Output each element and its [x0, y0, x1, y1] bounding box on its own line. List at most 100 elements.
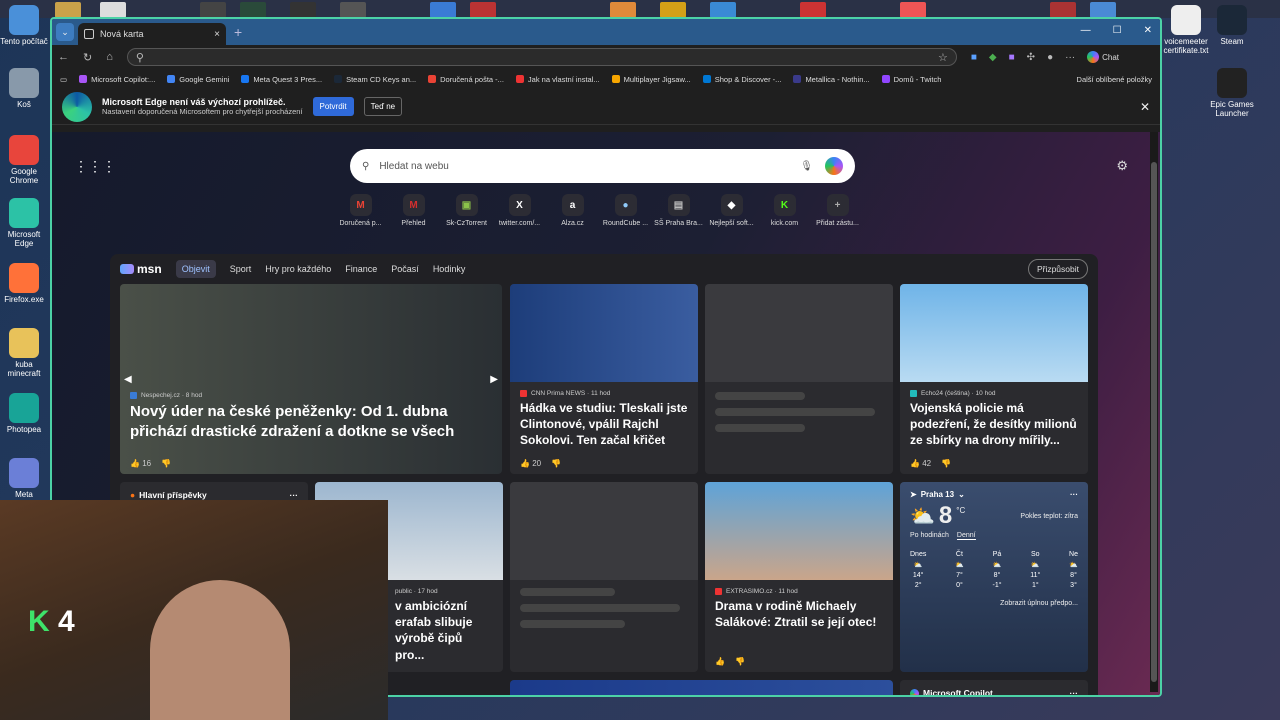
quick-link[interactable]: Xtwitter.com/... — [493, 194, 546, 227]
news-card[interactable]: Echo24 (čeština) · 10 hod Vojenská polic… — [900, 284, 1088, 474]
favorite-item[interactable]: Jak na vlastní instal... — [515, 75, 600, 84]
app-icon[interactable] — [340, 2, 366, 18]
not-now-button[interactable]: Teď ne — [363, 97, 403, 116]
tab-hourly[interactable]: Po hodinách — [910, 532, 949, 540]
scrollbar-thumb[interactable] — [1151, 162, 1157, 682]
app-icon[interactable] — [1050, 2, 1076, 18]
refresh-icon[interactable]: ↻ — [83, 51, 92, 64]
minimize-icon[interactable]: — — [1081, 25, 1091, 36]
forecast-day[interactable]: So ⛅ 11° 1° — [1030, 548, 1040, 592]
like-icon[interactable]: 👍 42 — [910, 459, 931, 468]
personalize-button[interactable]: Přizpůsobit — [1027, 259, 1088, 279]
close-window-icon[interactable]: ✕ — [1144, 25, 1152, 36]
app-icon[interactable] — [660, 2, 686, 18]
close-banner-icon[interactable]: ✕ — [1140, 100, 1150, 114]
extension-icon[interactable]: ■ — [971, 52, 977, 63]
article-title[interactable]: Drama v rodině Michaely Salákové: Ztrati… — [705, 598, 893, 630]
favorite-item[interactable]: Microsoft Copilot:... — [79, 75, 155, 84]
tab-daily[interactable]: Denní — [956, 532, 976, 540]
quick-link[interactable]: M Doručená p... — [334, 194, 387, 227]
desktop-icon[interactable]: Steam — [1208, 5, 1256, 47]
dislike-icon[interactable]: 👎 — [161, 459, 171, 468]
forecast-day[interactable]: Ne ⛅ 8° 3° — [1069, 548, 1078, 592]
confirm-button[interactable]: Potvrdit — [312, 97, 354, 116]
search-input[interactable]: Hledat na webu — [379, 161, 800, 172]
quick-link[interactable]: a Alza.cz — [546, 194, 599, 227]
weather-card[interactable]: ➤ Praha 13 ⌄ ··· ⛅ 8 °C Pokles teplot: zítr… — [900, 482, 1088, 672]
app-launcher-icon[interactable]: ⋮⋮⋮ — [74, 158, 116, 175]
article-title[interactable]: Nový úder na české peněženky: Od 1. dubn… — [120, 402, 502, 443]
desktop-icon[interactable]: Tento počítač — [0, 5, 48, 47]
app-icon[interactable] — [900, 2, 926, 18]
favorites-icon[interactable]: ▭ — [60, 75, 67, 84]
folder-icon[interactable] — [55, 2, 81, 18]
microphone-icon[interactable]: 🎙 — [800, 161, 813, 172]
forecast-day[interactable]: Pá ⛅ 8° -1° — [993, 548, 1002, 592]
msn-nav-item[interactable]: Objevit — [175, 260, 216, 278]
weather-location[interactable]: ➤ Praha 13 ⌄ ··· — [900, 482, 1088, 502]
app-icon[interactable] — [470, 2, 496, 18]
copilot-chat-button[interactable]: Chat — [1087, 51, 1119, 63]
msn-nav-item[interactable]: Hry pro každého — [265, 264, 331, 274]
app-icon[interactable] — [290, 2, 316, 18]
desktop-icon[interactable]: Photopea — [0, 393, 48, 435]
article-title[interactable]: Vojenská policie má podezření, že desítk… — [900, 400, 1088, 449]
new-tab-button[interactable]: + — [234, 24, 242, 40]
news-card-partial[interactable] — [510, 680, 893, 695]
dislike-icon[interactable]: 👎 — [941, 459, 951, 468]
app-icon[interactable] — [610, 2, 636, 18]
more-menu-icon[interactable]: ··· — [1065, 52, 1075, 63]
favorite-item[interactable]: Meta Quest 3 Pres... — [241, 75, 322, 84]
maximize-icon[interactable]: ☐ — [1113, 25, 1122, 36]
app-icon[interactable] — [240, 2, 266, 18]
desktop-icon[interactable]: Epic Games Launcher — [1208, 68, 1256, 119]
msn-nav-item[interactable]: Počasí — [391, 264, 419, 274]
app-icon[interactable] — [1090, 2, 1116, 18]
quick-link[interactable]: Kkick.com — [758, 194, 811, 227]
desktop-icon[interactable]: voicemeeter certifikate.txt — [1162, 5, 1210, 56]
weather-note[interactable]: Pokles teplot: zítra — [1020, 513, 1078, 520]
msn-nav-item[interactable]: Finance — [345, 264, 377, 274]
tab-new[interactable]: Nová karta × — [78, 23, 226, 45]
desktop-icon[interactable]: Google Chrome — [0, 135, 48, 186]
address-input[interactable]: ⚲ ☆ — [126, 48, 957, 66]
quick-link[interactable]: M Přehled — [387, 194, 440, 227]
desktop-icon[interactable]: Meta — [0, 458, 48, 500]
quick-link[interactable]: ● RoundCube ... — [599, 194, 652, 227]
copilot-icon[interactable] — [825, 157, 843, 175]
msn-logo[interactable]: msn — [120, 262, 162, 276]
quick-link[interactable]: + Přidat zástu... — [811, 194, 864, 227]
msn-nav-item[interactable]: Hodinky — [433, 264, 466, 274]
file-icon[interactable] — [100, 2, 126, 18]
copilot-card[interactable]: Microsoft Copilot ··· — [900, 680, 1088, 695]
quick-link[interactable]: ◆ Nejlepší soft... — [705, 194, 758, 227]
more-icon[interactable]: ··· — [290, 490, 299, 500]
favorite-item[interactable]: Doručená pošta -... — [428, 75, 504, 84]
web-search-box[interactable]: ⚲ Hledat na webu 🎙 — [350, 149, 855, 183]
tab-close-icon[interactable]: × — [214, 29, 220, 40]
quick-link[interactable]: ▤ SŠ Praha Bra... — [652, 194, 705, 227]
tab-actions-button[interactable]: ⌄ — [56, 23, 74, 41]
extensions-icon[interactable]: ✣ — [1027, 52, 1035, 63]
forecast-day[interactable]: Čt ⛅ 7° 0° — [955, 548, 964, 592]
favorite-item[interactable]: Steam CD Keys an... — [334, 75, 416, 84]
app-icon[interactable] — [430, 2, 456, 18]
favorite-item[interactable]: Shop & Discover -... — [702, 75, 781, 84]
dislike-icon[interactable]: 👎 — [735, 657, 745, 666]
desktop-icon[interactable]: Firefox.exe — [0, 263, 48, 305]
back-icon[interactable]: ← — [58, 51, 69, 63]
more-icon[interactable]: ··· — [1070, 490, 1078, 499]
like-icon[interactable]: 👍 16 — [130, 459, 151, 468]
other-favorites-folder[interactable]: Další oblíbené položky — [1077, 75, 1152, 84]
like-icon[interactable]: 👍 — [715, 657, 725, 666]
msn-nav-item[interactable]: Sport — [230, 264, 252, 274]
desktop-icon[interactable]: Microsoft Edge — [0, 198, 48, 249]
news-card[interactable]: CNN Prima NEWS · 11 hod Hádka ve studiu:… — [510, 284, 698, 474]
hero-card[interactable]: ◀ ▶ Nespechej.cz · 8 hod Nový úder na če… — [120, 284, 502, 474]
quick-link[interactable]: ▣ Sk-CzTorrent — [440, 194, 493, 227]
favorite-item[interactable]: Domů - Twitch — [881, 75, 941, 84]
app-icon[interactable] — [710, 2, 736, 18]
news-card[interactable]: EXTRASIMO.cz · 11 hod Drama v rodině Mic… — [705, 482, 893, 672]
gear-icon[interactable]: ⚙ — [1116, 158, 1128, 174]
dislike-icon[interactable]: 👎 — [551, 459, 561, 468]
